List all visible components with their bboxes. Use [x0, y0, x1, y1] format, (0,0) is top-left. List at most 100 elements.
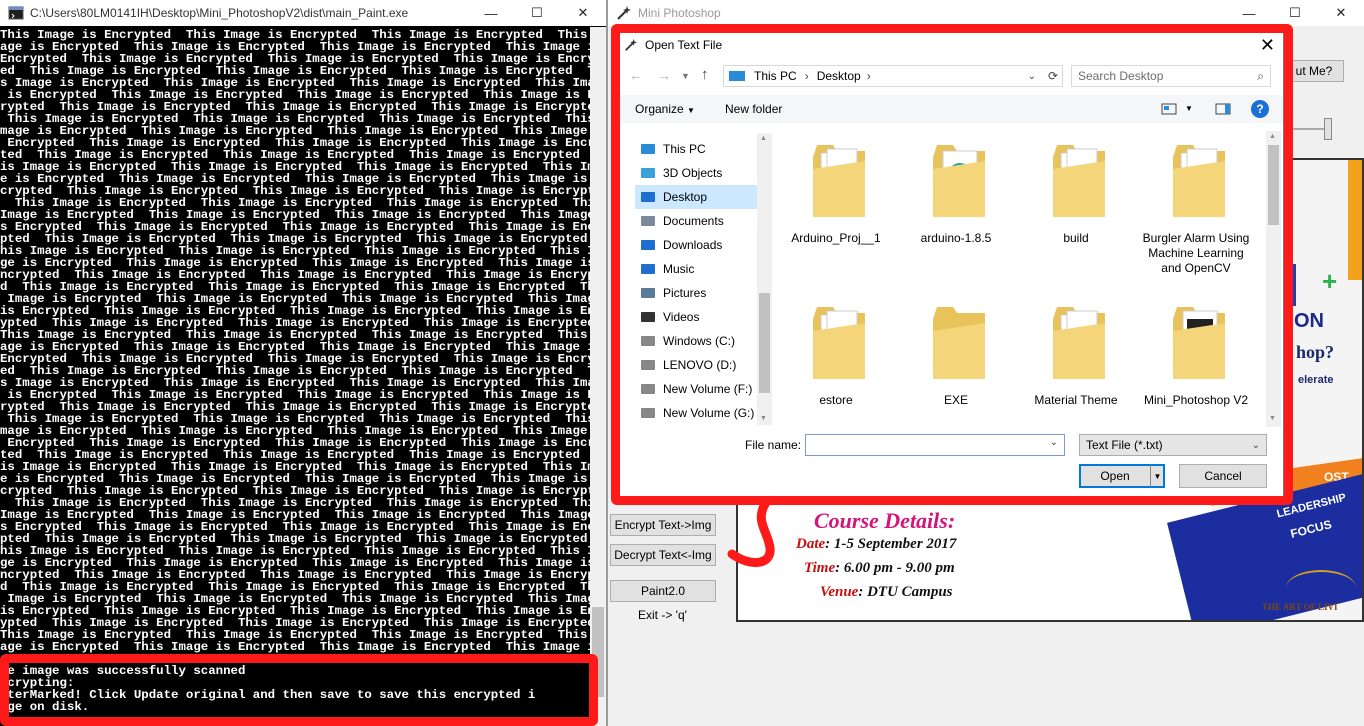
- address-dropdown-icon[interactable]: ⌄: [1028, 71, 1036, 82]
- nav-item[interactable]: LENOVO (D:): [635, 353, 771, 377]
- nav-item-label: Documents: [663, 214, 724, 228]
- mps-window-controls: — ☐ ✕: [1226, 0, 1364, 26]
- mps-titlebar[interactable]: Mini Photoshop — ☐ ✕: [608, 0, 1364, 26]
- dialog-toolbar: Organize ▼ New folder ▼ ?: [619, 95, 1283, 123]
- new-folder-button[interactable]: New folder: [725, 102, 782, 116]
- nav-item[interactable]: This PC: [635, 137, 771, 161]
- file-item[interactable]: Material Theme: [1017, 293, 1135, 427]
- nav-item-label: Music: [663, 262, 695, 276]
- poster-fragment: hop?: [1296, 342, 1335, 362]
- folder-icon: [1053, 145, 1105, 217]
- search-icon: ⌕: [1257, 68, 1264, 83]
- open-button[interactable]: Open ▼: [1079, 464, 1165, 488]
- breadcrumb-separator-icon: ›: [866, 69, 871, 83]
- nav-item[interactable]: Windows (C:): [635, 329, 771, 353]
- folder-icon: [933, 145, 985, 217]
- forward-arrow-icon[interactable]: →: [657, 67, 671, 83]
- console-scrollbar[interactable]: [590, 27, 606, 726]
- scroll-down-icon[interactable]: ▼: [1269, 415, 1276, 422]
- console-titlebar[interactable]: C:\Users\80LM0141IH\Desktop\Mini_Photosh…: [0, 0, 606, 26]
- open-dropdown-icon[interactable]: ▼: [1150, 465, 1164, 487]
- dialog-titlebar[interactable]: Open Text File ✕: [619, 31, 1283, 59]
- breadcrumb-desktop[interactable]: Desktop: [817, 69, 861, 83]
- file-type-value: Text File (*.txt): [1086, 438, 1163, 452]
- file-scrollbar[interactable]: ▲ ▼: [1266, 131, 1281, 427]
- nav-item[interactable]: Documents: [635, 209, 771, 233]
- nav-item-label: 3D Objects: [663, 166, 723, 180]
- minimize-button[interactable]: —: [1226, 0, 1272, 26]
- scrollbar-thumb[interactable]: [1268, 145, 1279, 225]
- scrollbar-thumb[interactable]: [592, 607, 604, 697]
- close-button[interactable]: ✕: [560, 0, 606, 26]
- slider-track[interactable]: [1288, 128, 1328, 130]
- view-options-icon[interactable]: [1161, 103, 1177, 115]
- chevron-down-icon: ▼: [687, 106, 695, 115]
- paint-button[interactable]: Paint2.0: [610, 580, 716, 602]
- encrypt-button[interactable]: Encrypt Text->Img: [610, 514, 716, 536]
- magic-wand-icon: [617, 6, 631, 20]
- chevron-down-icon: ⌄: [1251, 439, 1260, 451]
- nav-item[interactable]: Pictures: [635, 281, 771, 305]
- chevron-down-icon[interactable]: ⌄: [1050, 437, 1058, 448]
- slider-handle[interactable]: [1324, 118, 1332, 140]
- nav-item[interactable]: New Volume (F:): [635, 377, 771, 401]
- file-item[interactable]: Arduino_Proj__1: [777, 131, 895, 287]
- file-name-input[interactable]: ⌄: [805, 434, 1065, 456]
- refresh-icon[interactable]: ⟳: [1048, 69, 1058, 83]
- scroll-down-icon[interactable]: ▼: [760, 415, 767, 422]
- view-dropdown-icon[interactable]: ▼: [1185, 104, 1193, 113]
- address-bar[interactable]: This PC › Desktop › ⌄ ⟳: [723, 65, 1063, 87]
- nav-item[interactable]: New Volume (G:): [635, 401, 771, 425]
- mps-title: Mini Photoshop: [638, 6, 721, 20]
- exit-hint: Exit -> 'q': [638, 608, 687, 622]
- maximize-button[interactable]: ☐: [1272, 0, 1318, 26]
- search-placeholder: Search Desktop: [1078, 69, 1164, 83]
- nav-scrollbar[interactable]: ▲ ▼: [757, 133, 772, 425]
- preview-pane-icon[interactable]: [1215, 103, 1231, 115]
- drive-icon: [641, 360, 655, 370]
- file-type-select[interactable]: Text File (*.txt) ⌄: [1079, 434, 1267, 456]
- nav-item-label: Windows (C:): [663, 334, 736, 348]
- cancel-button[interactable]: Cancel: [1179, 464, 1267, 488]
- about-me-button[interactable]: ut Me?: [1284, 60, 1344, 82]
- magic-wand-icon: [625, 38, 638, 51]
- file-item-label: EXE: [943, 393, 968, 407]
- file-item[interactable]: build: [1017, 131, 1135, 287]
- nav-item[interactable]: Music: [635, 257, 771, 281]
- file-item[interactable]: Mini_Photoshop V2: [1137, 293, 1255, 427]
- dialog-close-icon[interactable]: ✕: [1260, 35, 1275, 56]
- minimize-button[interactable]: —: [468, 0, 514, 26]
- navigation-pane: This PC 3D Objects Desktop Documents Downloa…: [635, 137, 771, 427]
- decrypt-button[interactable]: Decrypt Text<-Img: [610, 544, 716, 566]
- picture-icon: [641, 288, 655, 298]
- nav-item[interactable]: 3D Objects: [635, 161, 771, 185]
- music-note-icon: [641, 264, 655, 274]
- nav-item[interactable]: Videos: [635, 305, 771, 329]
- folder-icon: [813, 145, 865, 217]
- scroll-up-icon[interactable]: ▲: [1269, 133, 1276, 140]
- up-arrow-icon[interactable]: ↑: [701, 66, 709, 83]
- poster-fragment: ON: [1294, 310, 1324, 332]
- poster-venue-value: : DTU Campus: [858, 584, 953, 600]
- recent-chevron-icon[interactable]: ▼: [681, 71, 690, 81]
- file-item[interactable]: EXE: [897, 293, 1015, 427]
- poster-course-details: Course Details:: [814, 508, 956, 533]
- organize-button[interactable]: Organize ▼: [635, 102, 695, 116]
- nav-item[interactable]: Downloads: [635, 233, 771, 257]
- console-output: This Image is Encrypted This Image is En…: [0, 27, 590, 726]
- file-item[interactable]: arduino-1.8.5: [897, 131, 1015, 287]
- back-arrow-icon[interactable]: ←: [629, 67, 643, 83]
- maximize-button[interactable]: ☐: [514, 0, 560, 26]
- nav-item-label: Pictures: [663, 286, 707, 300]
- scrollbar-thumb[interactable]: [759, 293, 770, 393]
- file-item[interactable]: Burgler Alarm Using Machine Learning and…: [1137, 131, 1255, 287]
- close-button[interactable]: ✕: [1318, 0, 1364, 26]
- search-input[interactable]: Search Desktop ⌕: [1071, 65, 1271, 87]
- breadcrumb-this-pc[interactable]: This PC: [754, 69, 797, 83]
- scroll-up-icon[interactable]: ▲: [760, 135, 767, 142]
- help-icon[interactable]: ?: [1251, 100, 1269, 118]
- console-window: C:\Users\80LM0141IH\Desktop\Mini_Photosh…: [0, 0, 606, 726]
- breadcrumb-separator-icon: ›: [804, 69, 809, 83]
- nav-item[interactable]: Desktop: [635, 185, 771, 209]
- file-item[interactable]: estore: [777, 293, 895, 427]
